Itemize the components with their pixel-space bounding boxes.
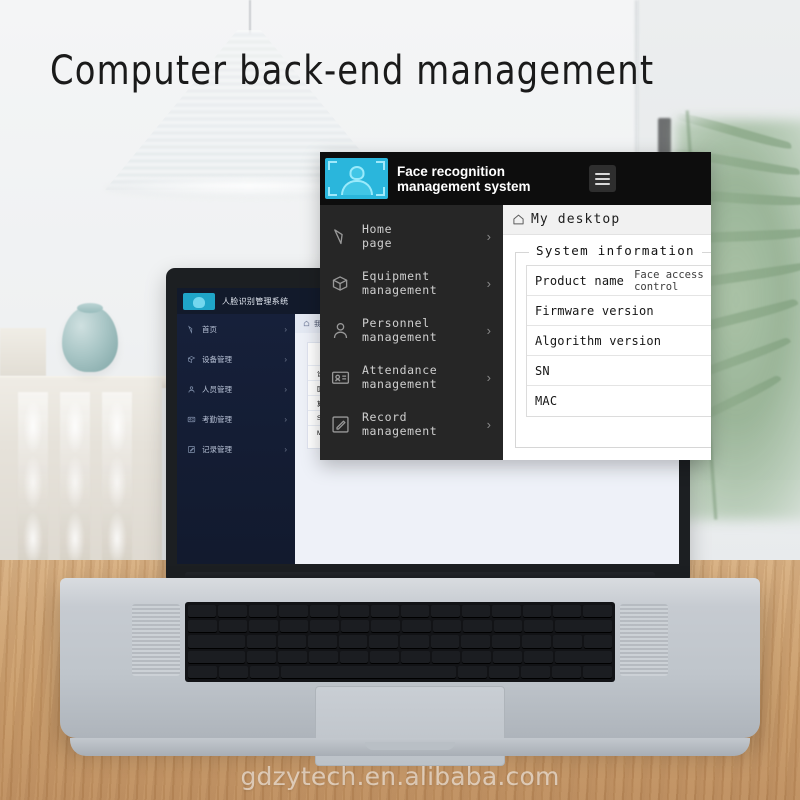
box-icon xyxy=(187,355,196,363)
keyboard-row xyxy=(188,650,613,664)
chevron-right-icon: › xyxy=(486,229,491,244)
keyboard-row xyxy=(188,665,612,679)
edit-square-icon xyxy=(332,416,349,433)
laptop-sidebar-label: 考勤管理 xyxy=(202,414,232,424)
app-sidebar: Home page › Equipment management › Perso… xyxy=(320,205,503,460)
screenshot-stage: 人脸识别管理系统 首页 › 设备管理 › 人员管理 › 考勤管理 › 记录管理 … xyxy=(0,0,800,800)
face-recognition-logo-icon xyxy=(325,158,388,199)
box-icon xyxy=(332,276,348,291)
table-row: Algorithm version xyxy=(527,326,711,356)
chevron-right-icon: › xyxy=(486,370,491,385)
person-icon xyxy=(333,323,348,338)
overlay-app-window: Face recognition management system Home … xyxy=(320,152,711,460)
laptop-sidebar-item[interactable]: 记录管理 › xyxy=(177,434,295,464)
laptop-sidebar-item[interactable]: 考勤管理 › xyxy=(177,404,295,434)
laptop-keyboard[interactable] xyxy=(185,602,615,682)
edit-square-icon xyxy=(188,445,195,453)
laptop-sidebar-label: 记录管理 xyxy=(202,444,232,454)
breadcrumb: My desktop xyxy=(503,205,711,235)
chevron-right-icon: › xyxy=(284,444,287,454)
paper-plane-icon xyxy=(188,324,193,334)
info-key: Product name xyxy=(535,273,625,288)
table-row: Firmware version xyxy=(527,296,711,326)
chevron-right-icon: › xyxy=(486,417,491,432)
sidebar-item-label: Personnel management xyxy=(362,316,438,344)
laptop-sidebar-item[interactable]: 首页 › xyxy=(177,314,295,344)
app-title: Face recognition management system xyxy=(397,163,531,194)
laptop-base-notch xyxy=(365,742,455,750)
app-header: Face recognition management system xyxy=(320,152,711,205)
laptop-sidebar-item[interactable]: 人员管理 › xyxy=(177,374,295,404)
id-card-icon xyxy=(187,416,196,422)
chevron-right-icon: › xyxy=(486,323,491,338)
info-value: Face access control xyxy=(634,268,704,293)
keyboard-row xyxy=(188,605,612,619)
laptop-sidebar-label: 首页 xyxy=(202,324,217,334)
sidebar-item-equipment-management[interactable]: Equipment management › xyxy=(320,260,503,307)
chevron-right-icon: › xyxy=(284,354,287,364)
system-information-table: Product name Face access control Firmwar… xyxy=(526,265,711,417)
chevron-right-icon: › xyxy=(284,414,287,424)
laptop-speaker-right xyxy=(620,604,668,676)
breadcrumb-text: My desktop xyxy=(531,212,621,227)
laptop-speaker-left xyxy=(132,604,180,676)
home-outline-icon xyxy=(513,214,524,225)
hamburger-menu-icon[interactable] xyxy=(589,165,616,192)
sidebar-item-label: Equipment management xyxy=(362,269,438,297)
info-key: Firmware version xyxy=(535,303,654,318)
laptop-sidebar-label: 设备管理 xyxy=(202,354,232,364)
app-main-content: My desktop System information Product na… xyxy=(503,205,711,460)
sidebar-item-attendance-management[interactable]: Attendance management › xyxy=(320,354,503,401)
page-title: Computer back-end management xyxy=(50,48,655,94)
laptop-app-title: 人脸识别管理系统 xyxy=(222,296,289,306)
keyboard-row xyxy=(188,635,613,649)
sidebar-item-label: Home page xyxy=(362,222,393,250)
paper-plane-icon xyxy=(334,229,343,245)
chevron-right-icon: › xyxy=(284,384,287,394)
keyboard-row xyxy=(188,620,613,634)
system-information-panel: System information Product name Face acc… xyxy=(515,243,711,448)
laptop-sidebar-item[interactable]: 设备管理 › xyxy=(177,344,295,374)
panel-legend: System information xyxy=(529,243,702,258)
sidebar-item-home-page[interactable]: Home page › xyxy=(320,213,503,260)
chevron-right-icon: › xyxy=(486,276,491,291)
app-body: Home page › Equipment management › Perso… xyxy=(320,205,711,460)
person-icon xyxy=(188,385,195,393)
sidebar-item-personnel-management[interactable]: Personnel management › xyxy=(320,307,503,354)
id-card-icon xyxy=(331,371,350,384)
laptop-sidebar-label: 人员管理 xyxy=(202,384,232,394)
laptop-sidebar: 首页 › 设备管理 › 人员管理 › 考勤管理 › 记录管理 › xyxy=(177,314,295,564)
chevron-right-icon: › xyxy=(284,324,287,334)
home-outline-icon xyxy=(303,320,310,327)
table-row: SN xyxy=(527,356,711,386)
sidebar-item-label: Attendance management xyxy=(362,363,438,391)
info-key: MAC xyxy=(535,394,558,408)
sidebar-item-record-management[interactable]: Record management › xyxy=(320,401,503,448)
face-recognition-logo-icon xyxy=(183,292,215,310)
info-key: Algorithm version xyxy=(535,333,662,348)
table-row: Product name Face access control xyxy=(527,266,711,296)
info-key: SN xyxy=(535,363,550,378)
sidebar-item-label: Record management xyxy=(362,410,438,438)
table-row: MAC xyxy=(527,386,711,416)
